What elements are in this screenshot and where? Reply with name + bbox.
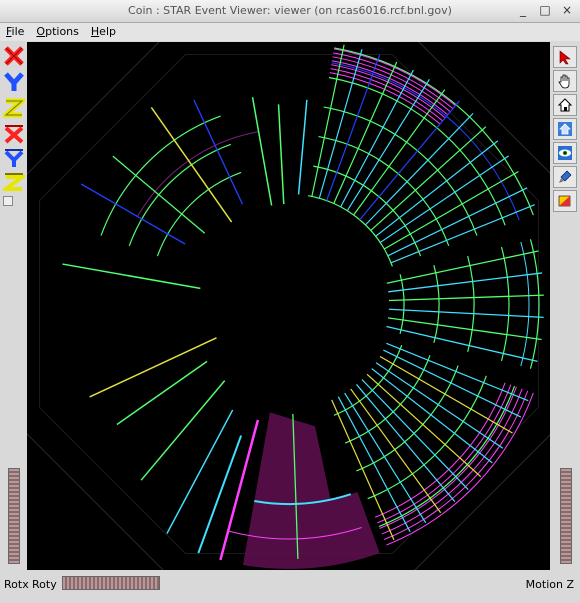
y-axis-view-icon[interactable] — [2, 146, 26, 170]
home-icon[interactable] — [553, 94, 577, 116]
seek-icon[interactable] — [553, 166, 577, 188]
tpc-row-arc — [529, 239, 540, 369]
tpc-row-arc — [156, 171, 242, 257]
track-line — [390, 204, 535, 264]
pan-hand-icon[interactable] — [553, 70, 577, 92]
rotx-thumbwheel[interactable] — [8, 468, 20, 564]
right-toolbar — [551, 42, 580, 570]
track-line — [386, 325, 538, 362]
set-home-icon[interactable] — [553, 118, 577, 140]
z-axis-view-icon[interactable] — [2, 170, 26, 194]
track-line — [166, 409, 234, 534]
track-line — [197, 435, 243, 554]
track-line — [116, 360, 208, 426]
track-line — [150, 106, 233, 223]
motion-z-label: Motion Z — [525, 578, 574, 591]
left-toolbar — [0, 42, 27, 570]
y-axis-icon[interactable] — [2, 70, 26, 94]
maximize-button[interactable]: □ — [538, 2, 552, 18]
menu-file[interactable]: File — [6, 23, 24, 41]
track-line — [387, 187, 528, 257]
tpc-row-arc — [467, 255, 475, 353]
menu-help[interactable]: Help — [91, 23, 116, 41]
window-titlebar: Coin : STAR Event Viewer: viewer (on rca… — [0, 0, 580, 23]
track-line — [353, 89, 446, 216]
tpc-row-arc — [100, 115, 221, 236]
track-line — [277, 104, 285, 205]
pick-arrow-icon[interactable] — [553, 46, 577, 68]
track-line — [350, 388, 442, 514]
track-line — [387, 317, 542, 341]
tpc-row-arc — [333, 344, 403, 416]
event-display-svg — [11, 26, 567, 582]
track-line — [251, 97, 273, 206]
track-line — [62, 263, 201, 290]
track-line — [361, 379, 469, 491]
window-controls: _ □ × — [516, 2, 574, 18]
rotx-label: Rotx — [4, 578, 29, 591]
tpc-row-arc — [399, 274, 405, 334]
roty-label: Roty — [32, 578, 57, 591]
close-button[interactable]: × — [560, 2, 574, 18]
track-line — [375, 140, 499, 237]
tpc-row-arc — [433, 265, 440, 343]
x-axis-view-icon[interactable] — [2, 122, 26, 146]
event-display-canvas[interactable] — [11, 26, 567, 582]
track-line — [388, 272, 543, 293]
track-line — [140, 380, 226, 481]
track-line — [359, 100, 460, 221]
tpc-row-arc — [128, 143, 232, 247]
x-axis-icon[interactable] — [2, 44, 26, 68]
dolly-thumbwheel[interactable] — [560, 468, 572, 564]
track-line — [388, 308, 544, 318]
menu-bar: File Options Help — [0, 23, 580, 41]
menu-options[interactable]: Options — [36, 23, 78, 41]
z-axis-icon[interactable] — [2, 96, 26, 120]
track-line — [379, 155, 510, 243]
track-line — [297, 99, 308, 195]
tpc-row-arc — [520, 241, 530, 367]
perspective-icon[interactable] — [553, 190, 577, 212]
roty-thumbwheel[interactable] — [62, 576, 160, 590]
track-line — [112, 155, 206, 234]
track-line — [375, 362, 504, 449]
checkbox[interactable] — [3, 196, 13, 206]
track-line — [383, 170, 519, 250]
window-title: Coin : STAR Event Viewer: viewer (on rca… — [128, 4, 452, 17]
view-all-icon[interactable] — [553, 142, 577, 164]
track-line — [388, 294, 544, 302]
track-line — [318, 49, 363, 199]
tpc-row-arc — [500, 246, 510, 362]
minimize-button[interactable]: _ — [516, 2, 530, 18]
